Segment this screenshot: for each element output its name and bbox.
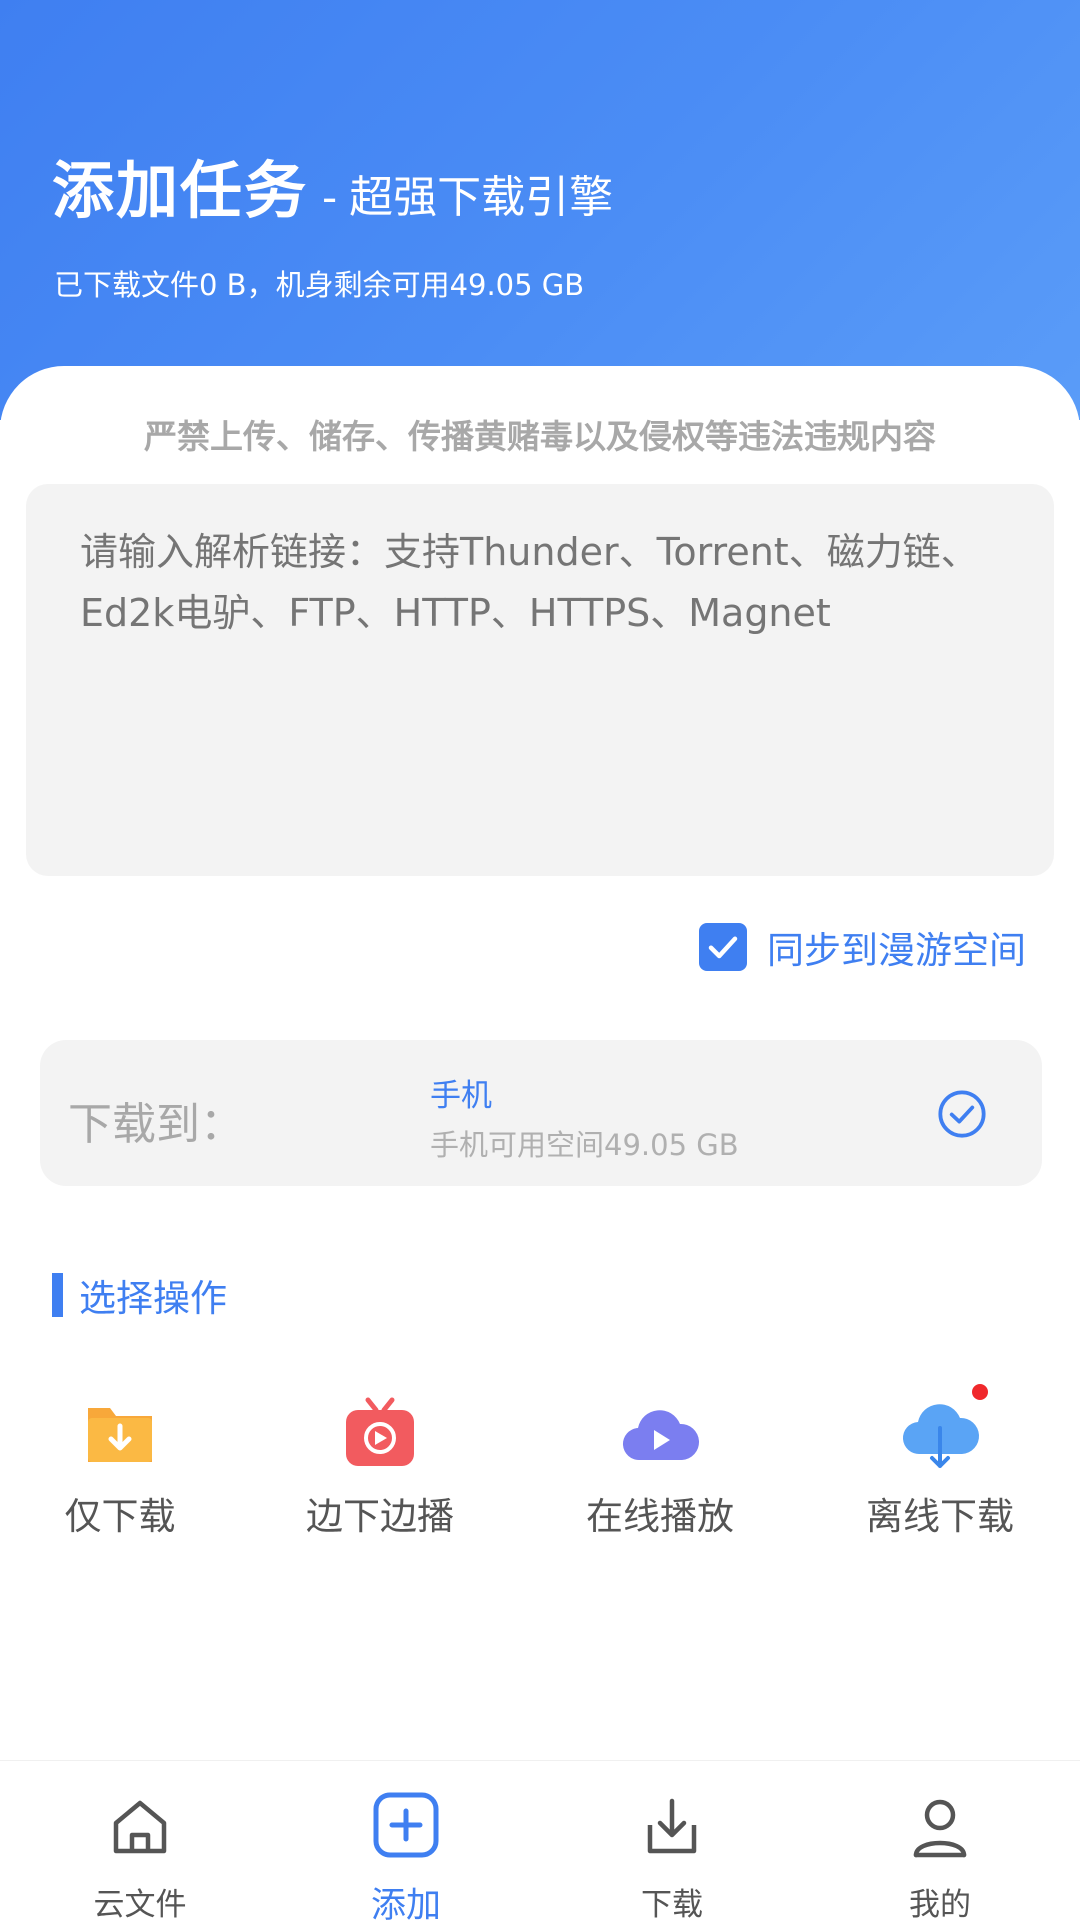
action-offline-download[interactable]: 离线下载 [820, 1384, 1060, 1540]
download-to-label: 下载到： [68, 1099, 244, 1150]
action-download-only[interactable]: 仅下载 [0, 1394, 240, 1540]
nav-label: 添加 [370, 1886, 441, 1920]
nav-label: 云文件 [93, 1887, 187, 1920]
user-icon [913, 1799, 967, 1858]
section-marker [52, 1273, 63, 1317]
action-label: 离线下载 [866, 1495, 1014, 1538]
cloud-play-icon [622, 1410, 700, 1461]
action-label: 在线播放 [586, 1495, 734, 1538]
nav-item-download[interactable]: 下载 [572, 1791, 772, 1920]
download-folder-icon [88, 1408, 152, 1462]
link-input[interactable] [26, 484, 1054, 876]
notification-badge [972, 1384, 988, 1400]
action-label: 边下边播 [306, 1495, 454, 1538]
storage-info: 已下载文件0 B，机身剩余可用49.05 GB [54, 268, 585, 302]
page-title: 添加任务 - 超强下载引擎 [52, 140, 613, 230]
download-device: 手机 [430, 1078, 492, 1114]
action-label: 仅下载 [64, 1495, 176, 1538]
section-label: 选择操作 [79, 1277, 227, 1320]
action-stream-while-download[interactable]: 边下边播 [260, 1394, 500, 1540]
nav-label: 我的 [909, 1887, 971, 1920]
checkbox-checked-icon[interactable] [699, 923, 747, 971]
bottom-navigation: 云文件 添加 下载 我的 [0, 1760, 1080, 1920]
home-icon [113, 1800, 167, 1854]
action-grid: 仅下载 边下边播 在线播放 离线下载 [0, 1384, 1080, 1544]
content-notice: 严禁上传、储存、传播黄赌毒以及侵权等违法违规内容 [144, 417, 936, 456]
download-icon [647, 1798, 697, 1854]
title-main: 添加任务 [52, 154, 309, 227]
device-free-space: 手机可用空间49.05 GB [430, 1128, 739, 1162]
check-circle-icon [938, 1090, 986, 1138]
section-title: 选择操作 [52, 1268, 227, 1322]
tv-play-icon [346, 1397, 414, 1466]
cloud-download-icon [902, 1404, 980, 1468]
add-icon [373, 1792, 439, 1858]
nav-label: 下载 [641, 1887, 703, 1920]
download-location-selector[interactable]: 下载到： 手机 手机可用空间49.05 GB [40, 1040, 1042, 1186]
title-separator: - [322, 173, 338, 222]
nav-item-add[interactable]: 添加 [306, 1791, 506, 1920]
nav-item-cloud-files[interactable]: 云文件 [40, 1791, 240, 1920]
header-banner: 添加任务 - 超强下载引擎 已下载文件0 B，机身剩余可用49.05 GB [0, 0, 1080, 420]
action-online-play[interactable]: 在线播放 [540, 1394, 780, 1540]
sync-label[interactable]: 同步到漫游空间 [767, 920, 1026, 974]
sync-roaming-toggle[interactable]: 同步到漫游空间 [699, 920, 1026, 974]
title-subtitle: 超强下载引擎 [349, 172, 614, 223]
nav-item-mine[interactable]: 我的 [840, 1791, 1040, 1920]
